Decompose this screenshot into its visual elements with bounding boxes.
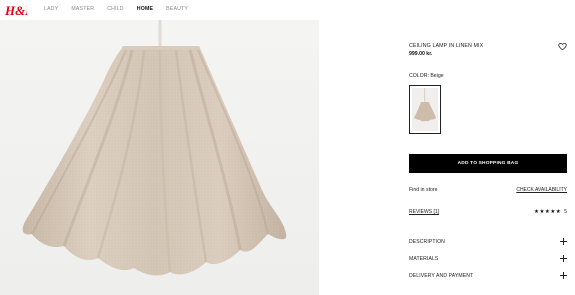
product-price: 999.00 kr. [409, 51, 433, 57]
accordion-delivery[interactable]: DELIVERY AND PAYMENT [409, 272, 567, 282]
star-icon: ★ [550, 209, 556, 215]
nav-item-beauty[interactable]: BEAUTY [166, 6, 188, 13]
main-nav: LADY MASTER CHILD HOME BEAUTY [44, 6, 201, 13]
plus-icon[interactable] [560, 255, 567, 262]
accordion-description-label: DESCRIPTION [409, 239, 445, 245]
star-icon: ★ [555, 209, 561, 215]
color-label: COLOR: Beige [409, 73, 444, 79]
hm-logo[interactable]: H&M [5, 2, 27, 18]
swatch-thumbnail [412, 88, 438, 131]
check-availability-link[interactable]: CHECK AVAILABILITY [516, 187, 567, 193]
find-in-store-row: Find in store CHECK AVAILABILITY [409, 187, 567, 195]
star-icon: ★ [544, 209, 550, 215]
rating-value: 5 [564, 209, 567, 215]
accordion-materials[interactable]: MATERIALS [409, 255, 567, 265]
reviews-link[interactable]: REVIEWS [1] [409, 209, 439, 215]
add-to-bag-button[interactable]: ADD TO SHOPPING BAG [409, 154, 567, 173]
find-in-store-label: Find in store [409, 187, 438, 193]
accordion-delivery-label: DELIVERY AND PAYMENT [409, 273, 474, 279]
heart-icon[interactable] [558, 42, 567, 51]
nav-item-master[interactable]: MASTER [71, 6, 94, 13]
nav-item-lady[interactable]: LADY [44, 6, 58, 13]
color-swatch-beige[interactable] [409, 85, 441, 134]
ceiling-lamp-illustration [0, 20, 319, 295]
rating-stars: ★ ★ ★ ★ ★ 5 [534, 209, 567, 215]
product-image[interactable] [0, 20, 319, 295]
reviews-row: REVIEWS [1] ★ ★ ★ ★ ★ 5 [409, 209, 567, 217]
plus-icon[interactable] [560, 238, 567, 245]
nav-item-child[interactable]: CHILD [107, 6, 124, 13]
product-title: CEILING LAMP IN LINEN MIX [409, 43, 484, 49]
accordion-description[interactable]: DESCRIPTION [409, 238, 567, 248]
logo-text: H&M [5, 3, 27, 18]
plus-icon[interactable] [560, 272, 567, 279]
nav-item-home[interactable]: HOME [137, 6, 153, 13]
site-header: H&M LADY MASTER CHILD HOME BEAUTY [0, 0, 575, 20]
star-icon: ★ [539, 209, 545, 215]
star-icon: ★ [534, 209, 539, 215]
accordion-materials-label: MATERIALS [409, 256, 439, 262]
